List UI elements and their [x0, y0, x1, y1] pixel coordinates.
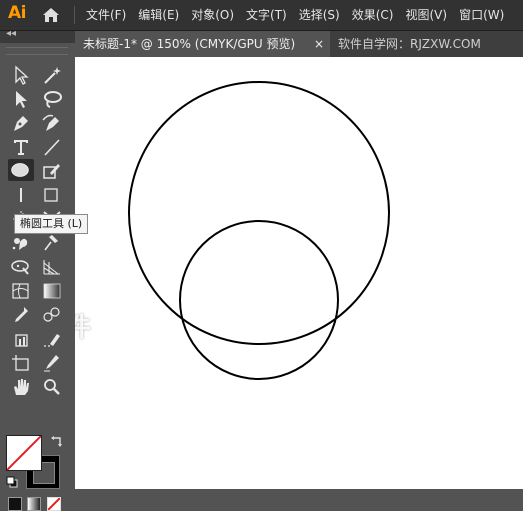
slice-tool-icon[interactable] — [40, 352, 64, 374]
eyedropper-tool-icon[interactable] — [9, 304, 33, 326]
menu-object[interactable]: 对象(O) — [185, 0, 240, 30]
free-transform-tool-icon[interactable] — [40, 184, 64, 206]
artboard-canvas[interactable]: 软件 — [75, 57, 523, 489]
mesh-tool-icon[interactable] — [40, 256, 64, 278]
large-circle[interactable] — [128, 81, 390, 345]
menu-window[interactable]: 窗口(W) — [453, 0, 510, 30]
puppet-warp-tool-icon[interactable] — [40, 232, 64, 254]
perspective-grid-tool-icon[interactable] — [9, 256, 33, 278]
artboard-tool-icon[interactable] — [9, 352, 33, 374]
tools-panel: ◂◂ 椭圆工具 (L) — [0, 28, 89, 511]
symbol-sprayer-tool-icon[interactable] — [9, 232, 33, 254]
tab-rjzxw[interactable]: 软件自学网：RJZXW.COM — [332, 31, 523, 57]
direct-selection-tool-icon[interactable] — [9, 88, 33, 110]
zoom-tool-icon[interactable] — [40, 376, 64, 398]
menu-select[interactable]: 选择(S) — [293, 0, 346, 30]
shaper-tool-icon[interactable] — [40, 160, 64, 182]
menu-items: 文件(F) 编辑(E) 对象(O) 文字(T) 选择(S) 效果(C) 视图(V… — [80, 0, 510, 30]
menu-bar: Ai 文件(F) 编辑(E) 对象(O) 文字(T) 选择(S) 效果(C) 视… — [0, 0, 523, 31]
ellipse-tool-icon[interactable] — [8, 159, 34, 181]
collapse-icon[interactable]: ◂◂ — [6, 28, 16, 39]
menu-file[interactable]: 文件(F) — [80, 0, 132, 30]
selection-tool-icon[interactable] — [9, 64, 33, 86]
fill-swatch[interactable] — [6, 435, 42, 471]
blend-tool-icon[interactable] — [40, 304, 64, 326]
home-icon[interactable] — [42, 7, 60, 23]
tab-label: 未标题-1* @ 150% (CMYK/GPU 预览) — [83, 37, 296, 51]
hand-tool-icon[interactable] — [9, 376, 33, 398]
document-tab-bar: 未标题-1* @ 150% (CMYK/GPU 预览) × 软件自学网：RJZX… — [75, 31, 523, 57]
swap-fill-stroke-icon[interactable] — [50, 435, 64, 449]
watermark-text: 软件 — [75, 313, 92, 343]
magic-wand-tool-icon[interactable] — [40, 64, 64, 86]
menu-effect[interactable]: 效果(C) — [346, 0, 400, 30]
gradient-tool-icon[interactable] — [40, 280, 64, 302]
gradient-mode-button[interactable] — [27, 497, 41, 511]
close-icon[interactable]: × — [314, 31, 324, 57]
line-segment-tool-icon[interactable] — [40, 136, 64, 158]
menu-view[interactable]: 视图(V) — [399, 0, 453, 30]
small-circle[interactable] — [179, 220, 339, 380]
default-colors-icon[interactable] — [6, 476, 18, 488]
pen-tool-icon[interactable] — [9, 112, 33, 134]
gradient-mesh-icon[interactable] — [9, 280, 33, 302]
menu-type[interactable]: 文字(T) — [240, 0, 293, 30]
width-tool-icon[interactable] — [9, 184, 33, 206]
toolbar-header: ◂◂ — [0, 28, 75, 43]
app-logo: Ai — [8, 3, 26, 23]
column-graph-tool-icon[interactable] — [9, 328, 33, 350]
tool-tooltip: 椭圆工具 (L) — [14, 214, 89, 234]
toolbar-grip[interactable] — [6, 47, 68, 55]
color-mode-button[interactable] — [8, 497, 22, 511]
artwork — [128, 81, 390, 380]
none-mode-button[interactable] — [47, 497, 61, 511]
menu-edit[interactable]: 编辑(E) — [132, 0, 185, 30]
eraser-tool-icon[interactable] — [40, 328, 64, 350]
tab-untitled-1[interactable]: 未标题-1* @ 150% (CMYK/GPU 预览) × — [75, 31, 330, 57]
curvature-tool-icon[interactable] — [40, 112, 64, 134]
type-tool-icon[interactable] — [9, 136, 33, 158]
lasso-tool-icon[interactable] — [40, 88, 64, 110]
menu-separator — [74, 6, 75, 24]
